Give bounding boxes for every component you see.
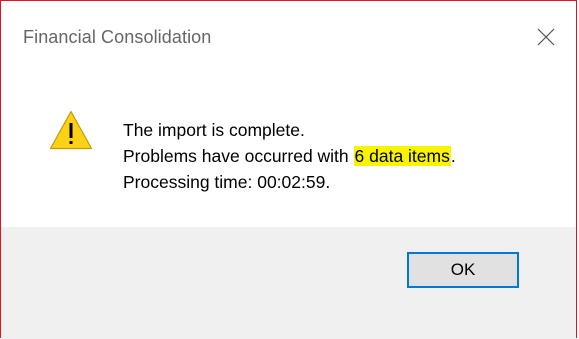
ok-button[interactable]: OK bbox=[407, 252, 519, 288]
message-text: The import is complete. Problems have oc… bbox=[123, 117, 456, 195]
button-bar: OK bbox=[1, 227, 576, 339]
close-icon bbox=[537, 28, 555, 46]
message-line-2-prefix: Problems have occurred with bbox=[123, 146, 354, 166]
ok-button-label: OK bbox=[450, 260, 476, 279]
close-button[interactable] bbox=[524, 15, 568, 59]
highlighted-count: 6 data items bbox=[353, 146, 451, 166]
message-line-2-suffix: . bbox=[450, 146, 456, 166]
message-line-1: The import is complete. bbox=[123, 120, 305, 140]
window-title: Financial Consolidation bbox=[23, 27, 212, 47]
dialog-content: The import is complete. Problems have oc… bbox=[1, 77, 576, 227]
message-dialog: Financial Consolidation The import is co… bbox=[0, 0, 577, 339]
message-line-3: Processing time: 00:02:59. bbox=[123, 172, 331, 192]
message-line-2: Problems have occurred with 6 data items… bbox=[123, 143, 456, 169]
title-bar[interactable]: Financial Consolidation bbox=[1, 1, 576, 77]
warning-icon bbox=[49, 110, 93, 150]
